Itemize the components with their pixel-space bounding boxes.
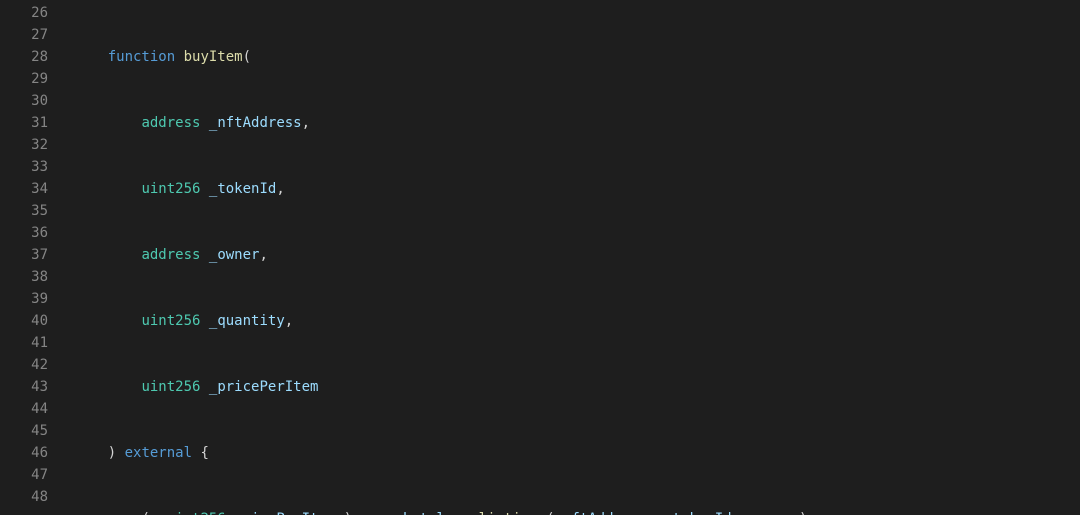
code-line[interactable]: address _nftAddress, [74,112,1080,134]
line-number: 29 [0,68,48,90]
line-number: 28 [0,46,48,68]
line-number: 41 [0,332,48,354]
code-line[interactable]: uint256 _quantity, [74,310,1080,332]
line-number: 46 [0,442,48,464]
line-number: 48 [0,486,48,508]
line-number: 26 [0,2,48,24]
line-number: 32 [0,134,48,156]
code-line[interactable]: address _owner, [74,244,1080,266]
line-number: 47 [0,464,48,486]
line-number: 44 [0,398,48,420]
code-line[interactable]: (, uint256 pricePerItem,) = marketplace.… [74,508,1080,515]
line-number: 42 [0,354,48,376]
code-area[interactable]: function buyItem( address _nftAddress, u… [62,0,1080,515]
line-number: 31 [0,112,48,134]
line-number: 37 [0,244,48,266]
code-line[interactable]: uint256 _pricePerItem [74,376,1080,398]
line-number: 27 [0,24,48,46]
line-number: 43 [0,376,48,398]
line-number: 38 [0,266,48,288]
line-number: 36 [0,222,48,244]
line-number: 35 [0,200,48,222]
code-editor: 26 27 28 29 30 31 32 33 34 35 36 37 38 3… [0,0,1080,515]
line-number: 45 [0,420,48,442]
line-number-gutter: 26 27 28 29 30 31 32 33 34 35 36 37 38 3… [0,0,62,515]
line-number: 40 [0,310,48,332]
line-number: 39 [0,288,48,310]
line-number: 30 [0,90,48,112]
code-line[interactable]: ) external { [74,442,1080,464]
line-number: 34 [0,178,48,200]
line-number: 33 [0,156,48,178]
code-line[interactable]: uint256 _tokenId, [74,178,1080,200]
code-line[interactable]: function buyItem( [74,46,1080,68]
